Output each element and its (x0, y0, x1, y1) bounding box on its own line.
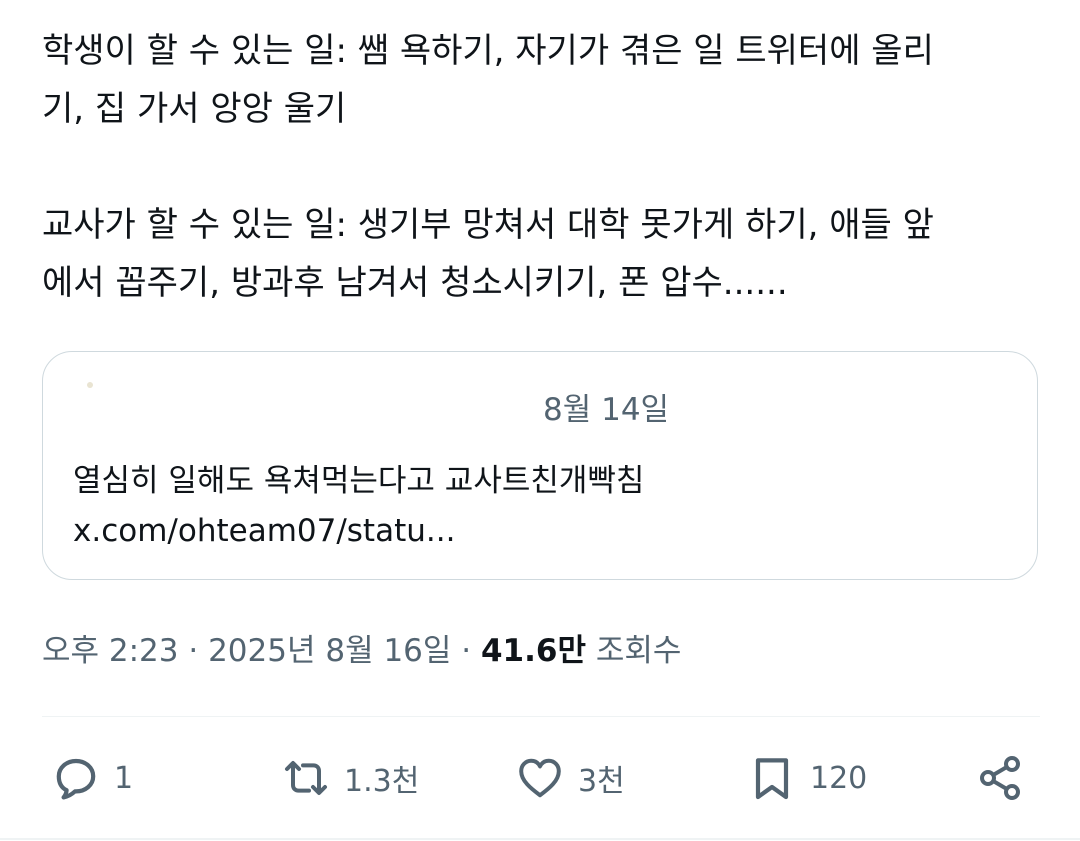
quoted-tweet-link[interactable]: x.com/ohteam07/statu... (73, 506, 455, 556)
meta-separator: · (178, 633, 209, 669)
divider (42, 716, 1040, 717)
bookmark-icon (748, 754, 796, 802)
share-icon (976, 754, 1024, 802)
tweet-body: 학생이 할 수 있는 일: 쌤 욕하기, 자기가 겪은 일 트위터에 올리 기,… (42, 22, 1042, 312)
quoted-author-avatar (87, 382, 93, 388)
heart-icon (516, 754, 564, 802)
bottom-divider (0, 838, 1080, 840)
like-button[interactable]: 3천 (516, 752, 625, 804)
tweet-time[interactable]: 오후 2:23 (42, 633, 179, 669)
retweet-count: 1.3천 (344, 764, 420, 799)
tweet-date[interactable]: 2025년 8월 16일 (208, 633, 451, 669)
like-count: 3천 (578, 764, 625, 799)
reply-count: 1 (114, 760, 134, 796)
tweet-text-line: 에서 꼽주기, 방과후 남겨서 청소시키기, 폰 압수...... (42, 263, 788, 303)
tweet-text-line: 기, 집 가서 앙앙 울기 (42, 89, 347, 129)
bookmark-count: 120 (810, 760, 868, 796)
bookmark-button[interactable]: 120 (748, 752, 867, 804)
views-label: 조회수 (586, 633, 682, 669)
share-button[interactable] (976, 752, 1024, 804)
quoted-tweet-card[interactable]: 8월 14일 열심히 일해도 욕쳐먹는다고 교사트친개빡침 x.com/ohte… (42, 351, 1038, 580)
meta-separator: · (451, 633, 481, 669)
tweet-text-line: 학생이 할 수 있는 일: 쌤 욕하기, 자기가 겪은 일 트위터에 올리 (42, 31, 934, 71)
reply-icon (52, 754, 100, 802)
reply-button[interactable]: 1 (52, 752, 133, 804)
retweet-button[interactable]: 1.3천 (282, 752, 419, 804)
retweet-icon (282, 754, 330, 802)
views-count: 41.6만 (480, 633, 586, 669)
quoted-tweet-date: 8월 14일 (543, 392, 670, 428)
tweet-meta: 오후 2:23 · 2025년 8월 16일 · 41.6만 조회수 (42, 628, 681, 674)
tweet-text-line: 교사가 할 수 있는 일: 생기부 망쳐서 대학 못가게 하기, 애들 앞 (42, 205, 934, 245)
quoted-tweet-text: 열심히 일해도 욕쳐먹는다고 교사트친개빡침 (73, 463, 645, 499)
